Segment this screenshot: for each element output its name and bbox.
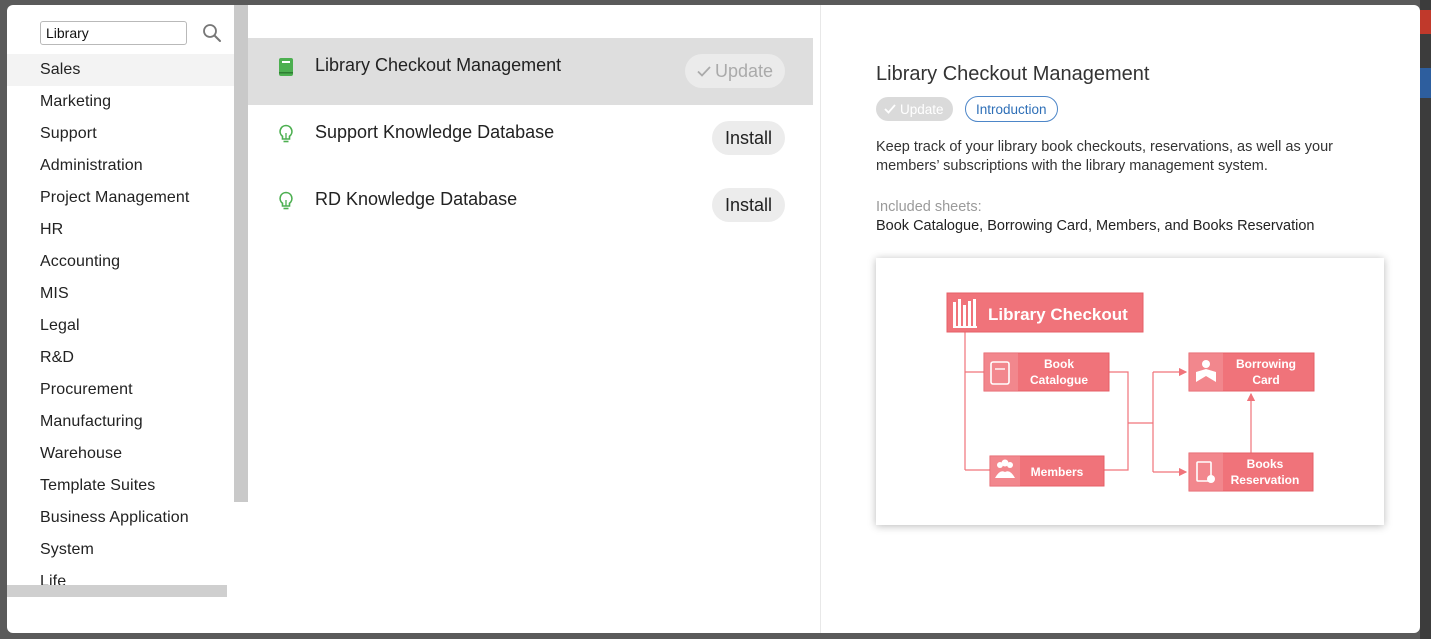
lightbulb-icon [279, 191, 293, 210]
sidebar-item-procurement[interactable]: Procurement [7, 374, 234, 406]
sidebar-item-marketing[interactable]: Marketing [7, 86, 234, 118]
included-sheets-value: Book Catalogue, Borrowing Card, Members,… [876, 218, 1315, 234]
diagram-books-reservation: Books Reservation [1188, 452, 1314, 492]
sidebar-item-system[interactable]: System [7, 534, 234, 566]
search-box [40, 21, 221, 45]
template-row[interactable]: Library Checkout Management Update [248, 38, 813, 105]
sidebar-item-sales[interactable]: Sales [7, 54, 234, 86]
diagram-borrowing-card: Borrowing Card [1188, 352, 1315, 392]
background-app-tab [1420, 10, 1431, 34]
diagram-connectors [964, 331, 1256, 477]
action-label: Install [724, 194, 772, 215]
sidebar-scrollbar-thumb[interactable] [234, 5, 248, 502]
action-label: Update [714, 60, 773, 81]
template-row[interactable]: Support Knowledge Database Install [248, 105, 813, 172]
diagram-header: Library Checkout [946, 292, 1144, 333]
diagram-members: Members [989, 455, 1105, 487]
sidebar-item-accounting[interactable]: Accounting [7, 246, 234, 278]
sidebar-item-manufacturing[interactable]: Manufacturing [7, 406, 234, 438]
included-sheets-label: Included sheets: [876, 199, 982, 215]
template-name: Support Knowledge Database [315, 122, 555, 142]
sidebar-horizontal-scrollbar[interactable] [7, 585, 227, 597]
sidebar-item-warehouse[interactable]: Warehouse [7, 438, 234, 470]
action-label: Install [724, 127, 772, 148]
introduction-button[interactable]: Introduction [965, 96, 1058, 122]
sidebar-item-template-suites[interactable]: Template Suites [7, 470, 234, 502]
diagram-borrowing-card-line2: Card [1252, 373, 1279, 387]
update-button[interactable]: Update [684, 54, 785, 88]
lightbulb-icon [279, 124, 293, 143]
diagram-members-label: Members [1031, 465, 1084, 479]
install-button[interactable]: Install [711, 121, 785, 155]
update-tag-label: Update [900, 101, 944, 117]
detail-title: Library Checkout Management [876, 63, 1150, 85]
update-tag: Update [876, 97, 953, 121]
reader-icon [1202, 360, 1210, 368]
sidebar-item-mis[interactable]: MIS [7, 278, 234, 310]
diagram-borrowing-card-line1: Borrowing [1236, 357, 1296, 371]
category-sidebar: SalesMarketingSupportAdministrationProje… [7, 5, 234, 597]
panel-divider [820, 5, 821, 633]
sidebar-item-legal[interactable]: Legal [7, 310, 234, 342]
diagram-books-reservation-line2: Reservation [1231, 473, 1300, 487]
check-icon [884, 104, 896, 114]
library-checkout-diagram: Library Checkout Book Catalogue Borrowin… [946, 292, 1315, 492]
search-input[interactable] [40, 21, 187, 45]
template-name: Library Checkout Management [315, 55, 562, 75]
template-list: Library Checkout Management Update Support… [248, 38, 813, 239]
check-icon [697, 65, 711, 77]
sidebar-item-support[interactable]: Support [7, 118, 234, 150]
sidebar-item-project-management[interactable]: Project Management [7, 182, 234, 214]
diagram-book-catalogue: Book Catalogue [983, 352, 1110, 392]
install-button[interactable]: Install [711, 188, 785, 222]
book-icon [279, 58, 293, 76]
diagram-book-catalogue-line2: Catalogue [1030, 373, 1088, 387]
sidebar-item-administration[interactable]: Administration [7, 150, 234, 182]
diagram-header-text: Library Checkout [988, 305, 1128, 324]
background-app-tab [1420, 68, 1431, 98]
diagram-books-reservation-line1: Books [1247, 457, 1284, 471]
template-row[interactable]: RD Knowledge Database Install [248, 172, 813, 239]
diagram-book-catalogue-line1: Book [1044, 357, 1074, 371]
sidebar-item-business-application[interactable]: Business Application [7, 502, 234, 534]
template-gallery-modal: SalesMarketingSupportAdministrationProje… [7, 5, 1420, 633]
template-preview-image: Library Checkout Book Catalogue Borrowin… [876, 258, 1384, 525]
template-description: Keep track of your library book checkout… [876, 139, 1333, 174]
sidebar-item-r-d[interactable]: R&D [7, 342, 234, 374]
sidebar-item-hr[interactable]: HR [7, 214, 234, 246]
template-name: RD Knowledge Database [315, 189, 518, 209]
search-icon[interactable] [202, 23, 222, 43]
category-list: Sales Marketing Support Administration Proje… [7, 54, 234, 597]
